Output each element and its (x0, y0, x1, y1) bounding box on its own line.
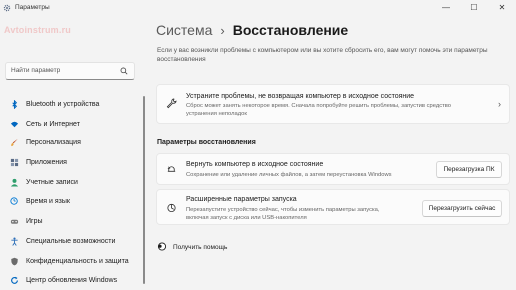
maximize-icon: ☐ (470, 2, 478, 12)
minimize-button[interactable]: — (432, 0, 460, 14)
troubleshoot-card[interactable]: Устраните проблемы, не возвращая компьют… (156, 84, 510, 124)
sidebar-item-label: Центр обновления Windows (26, 276, 118, 284)
update-icon (11, 276, 18, 284)
restart-now-button[interactable]: Перезагрузить сейчас (422, 200, 502, 217)
section-title: Параметры восстановления (157, 139, 256, 146)
intro-text: Если у вас возникли проблемы с компьютер… (157, 47, 488, 63)
reset-pc-title: Вернуть компьютер в исходное состояние (186, 161, 324, 168)
shield-icon (11, 257, 18, 265)
close-button[interactable]: ✕ (488, 0, 516, 14)
help-chat-icon (157, 242, 167, 251)
reset-pc-card: Вернуть компьютер в исходное состояние С… (156, 153, 510, 185)
bluetooth-icon (12, 99, 18, 109)
person-icon (10, 178, 19, 187)
breadcrumb: Система › Восстановление (156, 22, 348, 38)
brush-icon (11, 138, 18, 146)
close-icon: ✕ (498, 2, 506, 12)
sidebar-item-apps[interactable]: Приложения (4, 154, 144, 170)
wifi-icon (10, 121, 19, 127)
search-icon (120, 67, 128, 75)
maximize-button[interactable]: ☐ (460, 0, 488, 14)
reset-pc-description: Сохранение или удаление личных файлов, а… (186, 172, 392, 178)
sidebar-item-label: Bluetooth и устройства (26, 100, 100, 108)
sidebar-item-accounts[interactable]: Учетные записи (4, 174, 144, 190)
watermark: Avtoinstrum.ru (4, 25, 71, 35)
sidebar-item-accessibility[interactable]: Специальные возможности (4, 233, 144, 249)
get-help-label: Получить помощь (173, 243, 228, 251)
sidebar-item-label: Приложения (26, 158, 67, 166)
sidebar-item-privacy[interactable]: Конфиденциальность и защита (4, 253, 144, 269)
accessibility-icon (11, 237, 18, 246)
gamepad-icon (10, 219, 19, 224)
sidebar-item-label: Игры (26, 217, 43, 225)
sidebar-item-label: Сеть и Интернет (26, 120, 80, 128)
chevron-right-icon: › (498, 99, 501, 109)
sidebar-item-network[interactable]: Сеть и Интернет (4, 116, 144, 132)
minimize-icon: — (442, 2, 450, 12)
sidebar-item-windows-update[interactable]: Центр обновления Windows (4, 272, 144, 288)
sidebar-item-personalization[interactable]: Персонализация (4, 134, 144, 150)
reset-pc-icon (167, 166, 176, 172)
breadcrumb-separator: › (220, 22, 225, 38)
advanced-startup-description: Перезапустите устройство сейчас, чтобы и… (186, 207, 380, 221)
sidebar-item-label: Время и язык (26, 197, 70, 205)
advanced-startup-icon (167, 203, 176, 213)
troubleshoot-title: Устраните проблемы, не возвращая компьют… (186, 93, 415, 100)
troubleshoot-description: Сброс может занять некоторое время. Снач… (186, 103, 452, 117)
reset-pc-button[interactable]: Перезагрузка ПК (436, 161, 502, 178)
wrench-icon (166, 98, 177, 109)
sidebar-item-bluetooth[interactable]: Bluetooth и устройства (4, 96, 144, 112)
advanced-startup-title: Расширенные параметры запуска (186, 196, 297, 203)
sidebar-item-label: Конфиденциальность и защита (26, 257, 129, 265)
sidebar-item-gaming[interactable]: Игры (4, 213, 144, 229)
sidebar-item-label: Учетные записи (26, 178, 78, 186)
globe-clock-icon (10, 196, 18, 205)
apps-icon (10, 158, 19, 166)
breadcrumb-parent[interactable]: Система (156, 22, 212, 38)
sidebar-scrollbar[interactable] (143, 96, 145, 284)
page-title: Восстановление (232, 22, 349, 38)
settings-gear-icon (3, 4, 11, 12)
sidebar-item-label: Персонализация (26, 138, 81, 146)
get-help-link[interactable]: Получить помощь (157, 242, 227, 252)
search-input[interactable]: Найти параметр (5, 62, 135, 80)
sidebar-item-time-language[interactable]: Время и язык (4, 193, 144, 209)
title-bar: Параметры — ☐ ✕ (0, 0, 516, 18)
search-placeholder: Найти параметр (11, 67, 61, 74)
sidebar-item-label: Специальные возможности (26, 237, 116, 245)
advanced-startup-card: Расширенные параметры запуска Перезапуст… (156, 189, 510, 225)
window-title: Параметры (15, 4, 50, 11)
